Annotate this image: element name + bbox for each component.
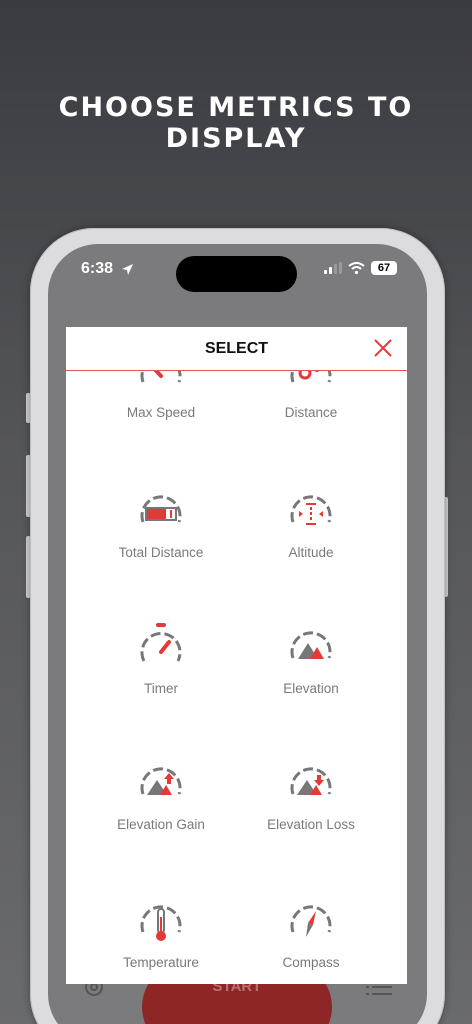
metric-label: Distance [284, 405, 338, 420]
status-indicators: 67 [324, 261, 397, 275]
metric-label: Total Distance [118, 545, 204, 560]
metric-compass[interactable]: Compass [236, 899, 386, 970]
dynamic-island [176, 256, 297, 292]
metrics-grid: Max Speed Distance Total Distance Altitu… [66, 327, 407, 984]
headline: CHOOSE METRICS TO DISPLAY [58, 92, 414, 154]
metric-temperature[interactable]: Temperature [86, 899, 236, 970]
modal-title: SELECT [204, 340, 269, 357]
metric-label: Elevation Gain [117, 817, 205, 832]
select-metrics-modal: Max Speed Distance Total Distance Altitu… [66, 327, 407, 984]
metric-label: Compass [282, 955, 340, 970]
battery-indicator: 67 [371, 261, 397, 275]
altitude-icon [290, 495, 332, 525]
compass-icon [290, 905, 332, 937]
metric-altitude[interactable]: Altitude [236, 489, 386, 560]
metric-label: Altitude [288, 545, 334, 560]
cellular-signal-icon [324, 262, 342, 274]
modal-header: SELECT [66, 327, 407, 371]
stopwatch-icon [140, 623, 182, 662]
metric-label: Elevation [283, 681, 339, 696]
metric-elevation-loss[interactable]: Elevation Loss [236, 761, 386, 832]
metric-timer[interactable]: Timer [86, 623, 236, 696]
wifi-icon [348, 262, 365, 274]
odometer-icon [140, 495, 182, 523]
metric-total-distance[interactable]: Total Distance [86, 489, 236, 560]
metric-elevation-gain[interactable]: Elevation Gain [86, 761, 236, 832]
metric-label: Timer [144, 681, 178, 696]
metric-label: Max Speed [126, 405, 196, 420]
metric-label: Temperature [123, 955, 199, 970]
mountain-icon [290, 631, 332, 659]
mountain-down-icon [290, 767, 332, 795]
metric-elevation[interactable]: Elevation [236, 625, 386, 696]
thermometer-icon [140, 905, 182, 941]
mountain-up-icon [140, 767, 182, 795]
status-time: 6:38 [81, 260, 114, 277]
location-arrow-icon [122, 264, 133, 275]
close-icon[interactable] [373, 338, 393, 358]
metric-label: Elevation Loss [267, 817, 355, 832]
